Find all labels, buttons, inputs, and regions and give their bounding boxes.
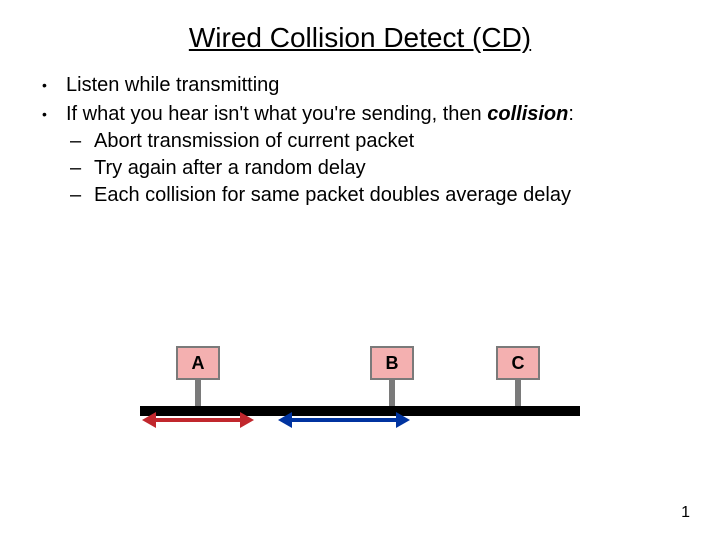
slide-body: Listen while transmitting If what you he… (0, 64, 720, 209)
sub-bullet-list: Abort transmission of current packet Try… (66, 128, 690, 209)
bullet-text-em: collision (487, 103, 568, 125)
node-a: A (176, 346, 220, 380)
node-c: C (496, 346, 540, 380)
sub-bullet-item: Each collision for same packet doubles a… (66, 182, 690, 209)
sub-bullet-text: Abort transmission of current packet (94, 130, 414, 152)
bullet-item: Listen while transmitting (30, 72, 690, 99)
tap-a (195, 380, 201, 406)
tap-c (515, 380, 521, 406)
tap-b (389, 380, 395, 406)
sub-bullet-item: Abort transmission of current packet (66, 128, 690, 155)
sub-bullet-text: Try again after a random delay (94, 157, 366, 179)
sub-bullet-item: Try again after a random delay (66, 155, 690, 182)
bullet-text-pre: If what you hear isn't what you're sendi… (66, 103, 487, 125)
page-number: 1 (681, 504, 690, 522)
slide-title: Wired Collision Detect (CD) (0, 0, 720, 64)
signal-arrow-a (154, 418, 242, 422)
network-diagram: A B C (140, 330, 580, 450)
bus-line (140, 406, 580, 416)
signal-arrow-b (290, 418, 398, 422)
bullet-item: If what you hear isn't what you're sendi… (30, 101, 690, 209)
sub-bullet-text: Each collision for same packet doubles a… (94, 184, 571, 206)
slide: Wired Collision Detect (CD) Listen while… (0, 0, 720, 540)
bullet-text-post: : (568, 103, 574, 125)
bullet-list: Listen while transmitting If what you he… (30, 72, 690, 209)
bullet-text: Listen while transmitting (66, 74, 279, 96)
node-b: B (370, 346, 414, 380)
